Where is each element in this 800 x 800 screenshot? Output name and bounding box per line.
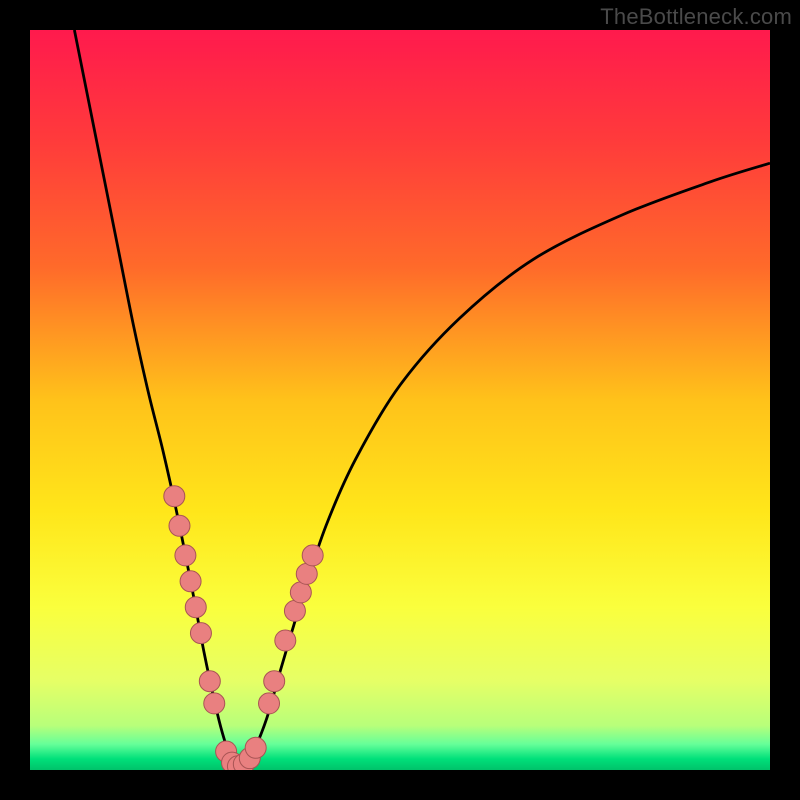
plot-svg: [30, 30, 770, 770]
plot-area: [30, 30, 770, 770]
curve-marker: [199, 671, 220, 692]
curve-marker: [185, 597, 206, 618]
curve-marker: [190, 623, 211, 644]
curve-marker: [175, 545, 196, 566]
watermark-text: TheBottleneck.com: [600, 4, 792, 30]
curve-marker: [290, 582, 311, 603]
gradient-background: [30, 30, 770, 770]
curve-marker: [302, 545, 323, 566]
curve-marker: [204, 693, 225, 714]
curve-marker: [264, 671, 285, 692]
curve-marker: [245, 737, 266, 758]
curve-marker: [275, 630, 296, 651]
curve-marker: [284, 600, 305, 621]
chart-container: TheBottleneck.com: [0, 0, 800, 800]
curve-marker: [259, 693, 280, 714]
curve-marker: [169, 515, 190, 536]
curve-marker: [180, 571, 201, 592]
curve-marker: [164, 486, 185, 507]
curve-marker: [296, 563, 317, 584]
